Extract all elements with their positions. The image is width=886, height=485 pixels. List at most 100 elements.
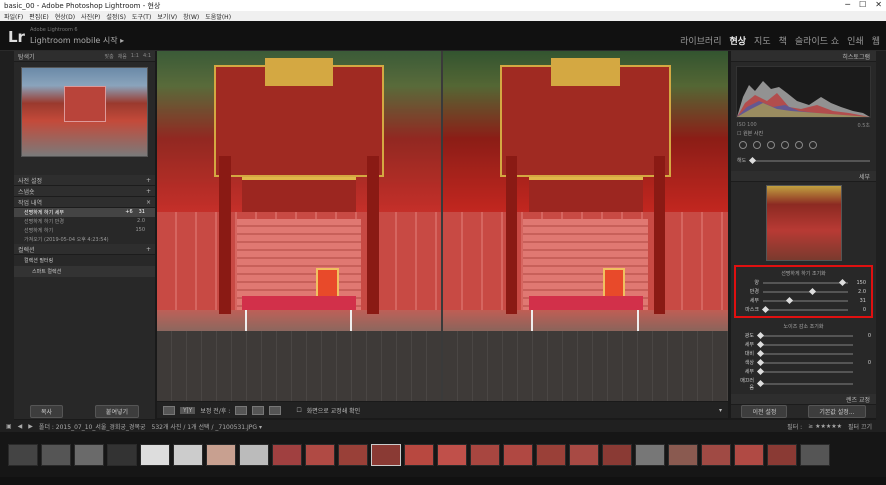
filmstrip-thumbnail[interactable] xyxy=(371,443,401,466)
slider-knob[interactable] xyxy=(756,331,765,339)
module-tab[interactable]: 웹 xyxy=(872,34,880,47)
graduated-filter-icon[interactable] xyxy=(781,141,789,149)
filmstrip-thumbnail[interactable] xyxy=(602,443,632,466)
add-icon[interactable]: + xyxy=(146,177,151,184)
photo-count[interactable]: 532개 사진 / 1개 선택 / _7100531.JPG ▾ xyxy=(152,422,262,431)
slider-value[interactable]: 0 xyxy=(857,333,871,339)
loupe-view-icon[interactable] xyxy=(163,405,175,415)
menu-item[interactable]: 파일(F) xyxy=(4,12,23,21)
slider-knob[interactable] xyxy=(756,379,765,388)
filmstrip-thumbnail[interactable] xyxy=(140,443,170,466)
copy-before-to-after-icon[interactable] xyxy=(235,405,248,415)
slider-track[interactable] xyxy=(763,296,848,304)
collection-filter[interactable]: 컬렉션 필터링 xyxy=(14,255,155,266)
filmstrip-thumbnail[interactable] xyxy=(173,443,203,466)
zoom-option[interactable]: 4:1 xyxy=(143,53,151,60)
history-item[interactable]: 가져오기 (2019-05-04 오후 4:23:54) xyxy=(14,235,155,244)
module-tab[interactable]: 인쇄 xyxy=(847,34,864,47)
filmstrip-thumbnail[interactable] xyxy=(800,443,830,466)
clear-icon[interactable]: × xyxy=(146,199,151,206)
menu-item[interactable]: 설정(S) xyxy=(106,12,126,21)
menu-item[interactable]: 현상(D) xyxy=(55,12,75,21)
filmstrip-thumbnail[interactable] xyxy=(272,443,302,466)
toolbar-menu-icon[interactable]: ▾ xyxy=(719,407,722,414)
slider-knob[interactable] xyxy=(839,278,847,286)
detail-preview[interactable] xyxy=(765,185,842,261)
filmstrip-thumbnail[interactable] xyxy=(206,443,236,466)
menu-item[interactable]: 보기(V) xyxy=(157,12,177,21)
swap-icon[interactable] xyxy=(269,405,282,415)
red-eye-icon[interactable] xyxy=(767,141,775,149)
navigator-preview[interactable] xyxy=(21,67,148,157)
filmstrip-thumbnail[interactable] xyxy=(734,443,764,466)
minimize-icon[interactable]: ─ xyxy=(845,0,850,9)
spot-removal-icon[interactable] xyxy=(753,141,761,149)
before-image[interactable] xyxy=(157,51,441,401)
collections-header[interactable]: 컬렉션 + xyxy=(14,244,155,255)
menu-item[interactable]: 편집(E) xyxy=(29,12,49,21)
before-after-mode[interactable]: Y|Y xyxy=(180,406,196,414)
filmstrip-thumbnail[interactable] xyxy=(437,443,467,466)
original-photo-toggle[interactable]: ☐ 원본 사진 xyxy=(731,129,876,138)
slider-value[interactable]: 2.0 xyxy=(852,289,866,295)
slider-track[interactable] xyxy=(756,340,853,348)
slider-knob[interactable] xyxy=(808,287,816,295)
paste-button[interactable]: 붙여넣기 xyxy=(94,404,140,418)
module-tab[interactable]: 현상 xyxy=(729,34,746,47)
filmstrip-thumbnail[interactable] xyxy=(569,443,599,466)
filmstrip-thumbnail[interactable] xyxy=(470,443,500,466)
back-icon[interactable]: ◀ xyxy=(18,423,23,430)
add-icon[interactable]: + xyxy=(146,246,151,253)
slider-track[interactable] xyxy=(761,305,848,313)
history-item[interactable]: 선명하게 하기 반경 2.0 xyxy=(14,217,155,226)
filmstrip-thumbnail[interactable] xyxy=(701,443,731,466)
menu-item[interactable]: 창(W) xyxy=(183,12,199,21)
module-tab[interactable]: 라이브러리 xyxy=(680,34,721,47)
maximize-icon[interactable]: ☐ xyxy=(859,0,866,9)
filmstrip-thumbnail[interactable] xyxy=(635,443,665,466)
filmstrip-thumbnail[interactable] xyxy=(8,443,38,466)
slider-track[interactable] xyxy=(763,278,848,286)
slider-value[interactable]: 0 xyxy=(857,360,871,366)
previous-settings-button[interactable]: 이전 설정 xyxy=(741,404,788,418)
softproof-checkbox[interactable]: ☐ xyxy=(296,407,301,414)
module-tab[interactable]: 책 xyxy=(779,34,787,47)
left-panel-toggle[interactable] xyxy=(0,51,14,426)
menu-item[interactable]: 사진(P) xyxy=(81,12,100,21)
filmstrip-thumbnail[interactable] xyxy=(503,443,533,466)
filmstrip-thumbnail[interactable] xyxy=(107,443,137,466)
snapshots-header[interactable]: 스냅숏 + xyxy=(14,186,155,197)
copy-after-to-before-icon[interactable] xyxy=(252,405,265,415)
slider-knob[interactable] xyxy=(756,340,765,348)
grid-icon[interactable]: ▣ xyxy=(6,423,12,430)
filmstrip-thumbnail[interactable] xyxy=(767,443,797,466)
radial-filter-icon[interactable] xyxy=(795,141,803,149)
close-icon[interactable]: ✕ xyxy=(875,0,882,9)
history-item[interactable]: 선명하게 하기 150 xyxy=(14,226,155,235)
slider-track[interactable] xyxy=(763,287,848,295)
histogram-header[interactable]: 히스토그램 xyxy=(731,51,876,62)
after-image[interactable] xyxy=(443,51,728,401)
zoom-option[interactable]: 1:1 xyxy=(131,53,139,60)
slider-track[interactable] xyxy=(756,331,853,339)
filmstrip-toggle[interactable] xyxy=(0,477,886,485)
slider-value[interactable]: 0 xyxy=(852,307,866,313)
smart-collections[interactable]: 스마트 컬렉션 xyxy=(14,266,155,277)
filmstrip-thumbnail[interactable] xyxy=(239,443,269,466)
history-header[interactable]: 작업 내역 × xyxy=(14,197,155,208)
navigator-header[interactable]: 탐색기 맞춤 채움 1:1 4:1 xyxy=(14,51,155,62)
slider-knob[interactable] xyxy=(756,349,765,357)
histogram-chart[interactable] xyxy=(736,66,871,118)
rating-filter[interactable]: ≥ ★★★★★ xyxy=(808,423,842,430)
filmstrip-thumbnail[interactable] xyxy=(404,443,434,466)
filmstrip-thumbnail[interactable] xyxy=(74,443,104,466)
menu-item[interactable]: 도구(T) xyxy=(132,12,151,21)
copy-button[interactable]: 복사 xyxy=(29,404,63,418)
reset-button[interactable]: 기본값 설정... xyxy=(808,404,866,418)
filmstrip-thumbnail[interactable] xyxy=(305,443,335,466)
slider-value[interactable]: 150 xyxy=(852,280,866,286)
menu-item[interactable]: 도움말(H) xyxy=(205,12,231,21)
history-item[interactable]: 선명하게 하기 세부 +6 31 xyxy=(14,208,155,217)
slider-value[interactable]: 31 xyxy=(852,298,866,304)
forward-icon[interactable]: ▶ xyxy=(28,423,33,430)
